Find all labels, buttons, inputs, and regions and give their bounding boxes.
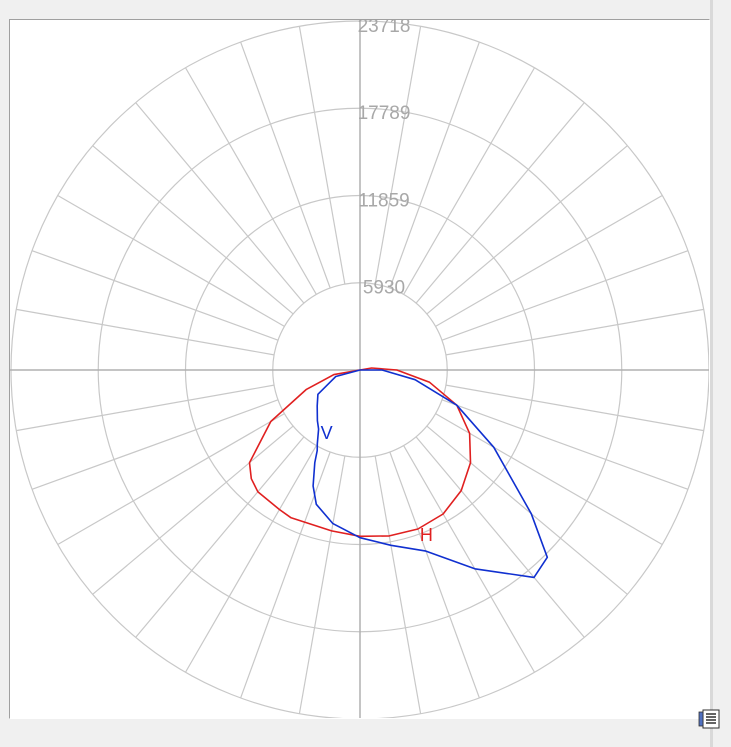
grid-spoke bbox=[31, 250, 279, 341]
grid-spoke bbox=[435, 194, 663, 327]
polar-chart: 5930 11859 17789 23718 H V bbox=[10, 16, 710, 720]
grid-spoke bbox=[374, 26, 422, 285]
grid-spoke bbox=[240, 41, 331, 289]
radial-tick-label: 23718 bbox=[358, 20, 411, 37]
grid-spoke bbox=[389, 451, 480, 699]
polar-chart-panel: 5930 11859 17789 23718 H V bbox=[0, 0, 731, 747]
radial-tick-label: 17789 bbox=[358, 103, 411, 124]
grid-spoke bbox=[240, 451, 331, 699]
polar-axes bbox=[10, 20, 709, 718]
grid-spoke bbox=[374, 455, 422, 714]
series-layer bbox=[248, 367, 549, 579]
grid-spoke bbox=[441, 399, 689, 490]
panel-edge bbox=[710, 0, 713, 747]
radial-tick-labels: 5930 11859 17789 23718 bbox=[358, 16, 411, 299]
menu-list-icon[interactable] bbox=[697, 706, 723, 732]
series-label-v: V bbox=[321, 423, 333, 443]
grid-spoke bbox=[445, 384, 704, 432]
series-label-h: H bbox=[420, 525, 433, 545]
grid-spoke bbox=[389, 41, 480, 289]
list-icon bbox=[698, 709, 720, 729]
grid-spoke bbox=[403, 67, 536, 295]
radial-tick-label: 5930 bbox=[363, 278, 405, 299]
grid-spoke bbox=[57, 413, 285, 546]
plot-frame: 5930 11859 17789 23718 H V bbox=[9, 16, 710, 720]
grid-spoke bbox=[31, 399, 279, 490]
grid-spoke bbox=[16, 384, 275, 432]
grid-spoke bbox=[16, 308, 275, 356]
grid-spoke bbox=[441, 250, 689, 341]
series-line-v bbox=[312, 369, 549, 579]
grid-spoke bbox=[298, 26, 346, 285]
radial-tick-label: 11859 bbox=[358, 191, 409, 212]
grid-spoke bbox=[445, 308, 704, 356]
grid-spoke bbox=[298, 455, 346, 714]
grid-spoke bbox=[57, 194, 285, 327]
grid-spoke bbox=[403, 445, 536, 673]
grid-spoke bbox=[184, 67, 317, 295]
